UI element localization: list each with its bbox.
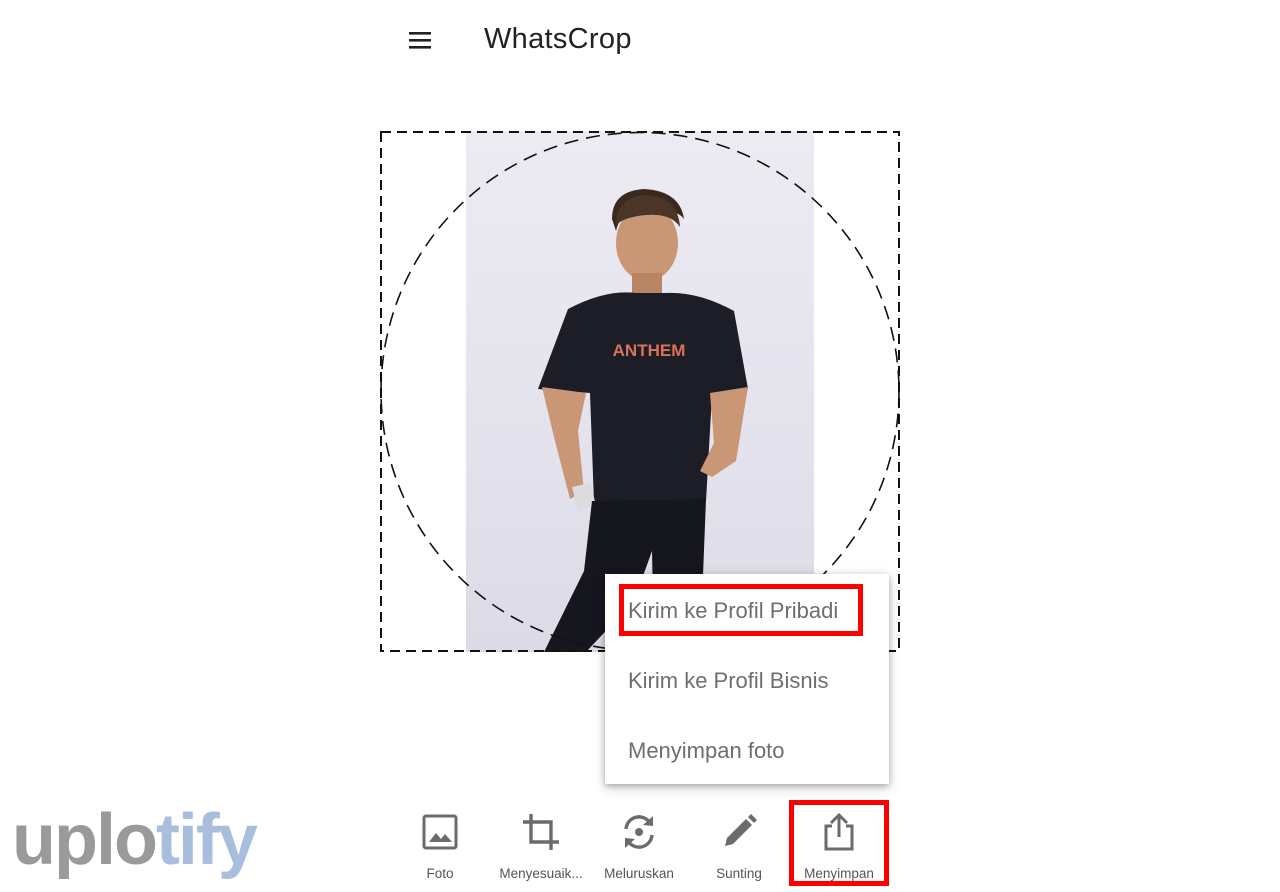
- image-icon: [422, 814, 458, 850]
- watermark-text-dark: uplo: [12, 800, 156, 880]
- toolbar-label: Foto: [426, 866, 454, 881]
- menu-item-send-business-profile[interactable]: Kirim ke Profil Bisnis: [605, 646, 889, 716]
- toolbar-label: Meluruskan: [604, 866, 674, 881]
- hamburger-menu-icon[interactable]: [405, 27, 435, 55]
- toolbar-straighten-button[interactable]: Meluruskan: [598, 808, 680, 884]
- toolbar-adjust-button[interactable]: Menyesuaik...: [493, 808, 589, 884]
- svg-text:uplotify: uplotify: [12, 800, 258, 880]
- toolbar-edit-button[interactable]: Sunting: [699, 808, 779, 884]
- uplotify-watermark-logo: uplotify: [12, 800, 260, 880]
- toolbar-photo-button[interactable]: Foto: [400, 808, 480, 884]
- highlight-box-menu-item: [619, 584, 863, 636]
- highlight-box-save-button: [789, 800, 889, 886]
- pencil-icon: [725, 814, 757, 846]
- crop-icon: [523, 814, 559, 850]
- rotate-icon: [624, 815, 654, 849]
- toolbar-label: Sunting: [716, 866, 762, 881]
- toolbar-label: Menyesuaik...: [499, 866, 583, 881]
- app-title: WhatsCrop: [484, 23, 632, 55]
- watermark-text-light: tify: [156, 800, 258, 880]
- menu-item-save-photo[interactable]: Menyimpan foto: [605, 716, 889, 786]
